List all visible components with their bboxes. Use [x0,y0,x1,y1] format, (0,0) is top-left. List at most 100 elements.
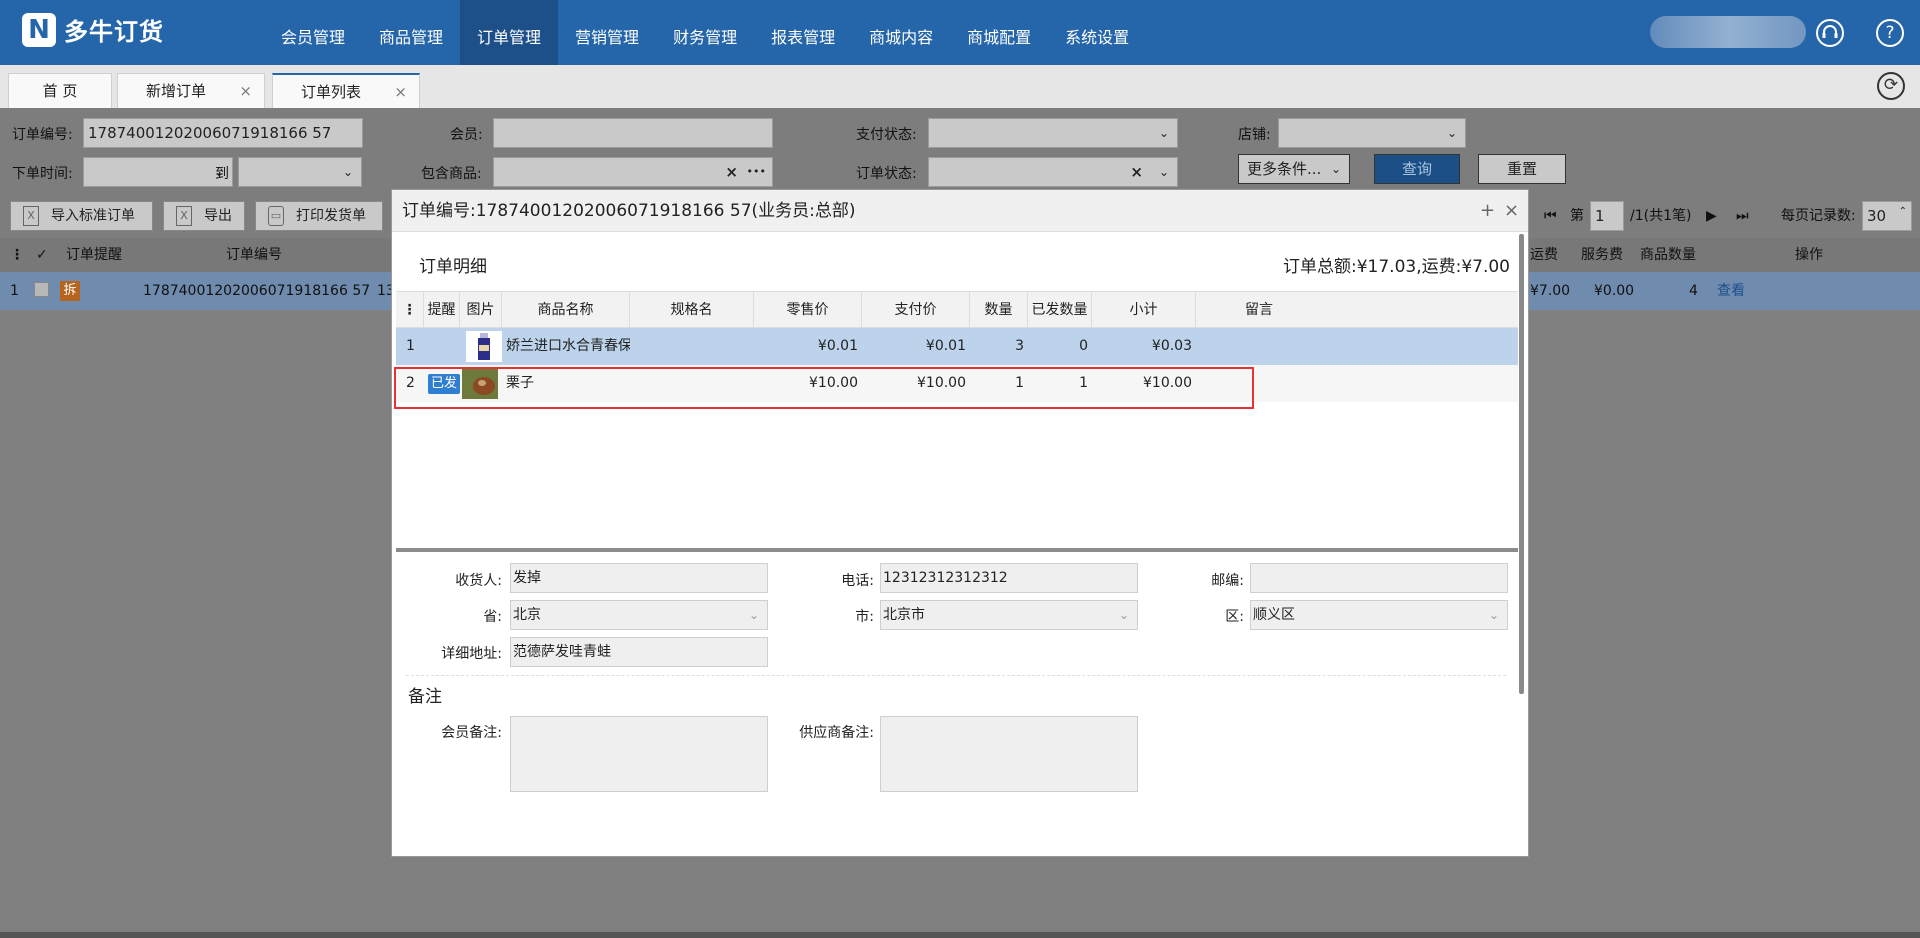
district-value: 顺义区 [1253,607,1295,623]
col-note[interactable]: 留言 [1196,292,1322,329]
address-field[interactable]: 范德萨发哇青蛙 [510,637,768,667]
row-order-no: 17874001202006071918166 57 [143,283,371,299]
close-icon[interactable]: × [1504,190,1519,232]
shipped-qty: 0 [1079,338,1088,354]
zip-field[interactable] [1250,563,1508,593]
order-detail-title: 订单明细 [419,257,487,277]
dialog-scrollbar[interactable] [1519,234,1524,694]
import-order-label: 导入标准订单 [51,208,135,224]
nav-item-system[interactable]: 系统设置 [1048,0,1146,65]
close-icon[interactable]: × [239,74,252,108]
supplier-note-field[interactable] [880,716,1138,792]
col-shipped-qty[interactable]: 已发数量 [1028,292,1092,329]
page-total: /1(共1笔) [1630,208,1692,224]
headset-icon[interactable] [1816,19,1844,47]
province-label: 省: [483,609,502,625]
subtotal: ¥0.03 [1151,338,1192,354]
help-icon[interactable]: ? [1876,19,1904,47]
column-menu-icon[interactable]: ⋮ [396,292,424,329]
pay-status-select[interactable]: ⌄ [928,118,1178,148]
col-pay-price[interactable]: 支付价 [862,292,970,329]
page-number-input[interactable]: 1 [1590,201,1624,231]
col-reminder[interactable]: 提醒 [424,292,460,329]
nav-item-mall-config[interactable]: 商城配置 [950,0,1048,65]
tab-label: 新增订单 [145,82,206,100]
product-thumbnail[interactable] [466,331,502,362]
table-row[interactable]: 1 娇兰进口水合青春保湿 ¥0.01 ¥0.01 3 0 ¥0.03 [396,328,1518,365]
order-time-label: 下单时间: [12,166,73,182]
district-select[interactable]: 顺义区 ⌄ [1250,600,1508,630]
nav-item-finance[interactable]: 财务管理 [656,0,754,65]
col-reminder[interactable]: 订单提醒 [66,238,122,272]
col-retail-price[interactable]: 零售价 [754,292,862,329]
col-shipping[interactable]: 运费 [1530,238,1558,272]
per-page-value: 30 [1867,207,1887,225]
chevron-down-icon: ⌄ [342,165,353,179]
export-button[interactable]: X 导出 [163,201,245,231]
col-order-no[interactable]: 订单编号 [226,238,282,272]
phone-label: 电话: [841,573,874,589]
brand-logo[interactable]: N 多牛订货 [22,12,164,47]
tab-label: 订单列表 [300,83,361,101]
refresh-icon[interactable]: ⟳ [1877,72,1905,100]
import-order-button[interactable]: X 导入标准订单 [10,201,153,231]
nav-item-marketing[interactable]: 营销管理 [558,0,656,65]
col-spec[interactable]: 规格名 [630,292,754,329]
shop-select[interactable]: ⌄ [1278,118,1466,148]
next-page-icon[interactable]: ▶ [1706,201,1717,231]
user-account-menu[interactable] [1650,16,1806,48]
nav-item-reports[interactable]: 报表管理 [754,0,852,65]
first-page-icon[interactable]: ⏮ [1544,201,1557,231]
member-input[interactable] [493,118,773,148]
more-conditions-button[interactable]: 更多条件... ⌄ [1238,154,1350,184]
nav-item-goods[interactable]: 商品管理 [362,0,460,65]
view-link[interactable]: 查看 [1717,274,1745,308]
excel-icon: X [23,206,39,226]
col-qty[interactable]: 数量 [970,292,1028,329]
order-no-input[interactable]: 17874001202006071918166 57 [83,118,363,148]
print-delivery-button[interactable]: ▭ 打印发货单 [255,201,383,231]
print-delivery-label: 打印发货单 [296,208,366,224]
reset-button[interactable]: 重置 [1478,154,1566,184]
panel-splitter[interactable] [396,548,1518,552]
per-page-input[interactable]: 30 ⌃⌄ [1862,201,1912,245]
row-checkbox[interactable] [34,282,49,297]
col-service[interactable]: 服务费 [1581,238,1623,272]
contains-goods-input[interactable]: × ••• [493,157,773,187]
col-qty[interactable]: 商品数量 [1640,238,1696,272]
order-status-select[interactable]: × ⌄ [928,157,1178,187]
more-conditions-label: 更多条件... [1247,160,1322,178]
tab-order-list[interactable]: 订单列表 × [272,73,420,108]
last-page-icon[interactable]: ⏭ [1736,201,1749,231]
tab-home[interactable]: 首 页 [8,73,112,108]
col-subtotal[interactable]: 小计 [1092,292,1196,329]
col-goods-name[interactable]: 商品名称 [502,292,630,329]
excel-icon: X [176,206,192,226]
more-dots-icon[interactable]: ••• [747,158,766,186]
column-menu-icon[interactable]: ⋮ [10,238,24,272]
nav-item-mall-content[interactable]: 商城内容 [852,0,950,65]
maximize-icon[interactable]: + [1480,190,1495,232]
supplier-note-label: 供应商备注: [799,725,874,741]
clear-icon[interactable]: × [725,158,738,186]
col-ops[interactable]: 操作 [1795,238,1823,272]
brand-name: 多牛订货 [64,18,164,46]
zip-label: 邮编: [1211,573,1244,589]
nav-item-orders[interactable]: 订单管理 [460,0,559,65]
nav-item-members[interactable]: 会员管理 [264,0,362,65]
tab-new-order[interactable]: 新增订单 × [117,73,265,108]
top-navbar: N 多牛订货 会员管理 商品管理 订单管理 营销管理 财务管理 报表管理 商城内… [0,0,1920,65]
order-time-start[interactable]: ⌄ [83,157,233,187]
col-image[interactable]: 图片 [460,292,502,329]
query-button[interactable]: 查询 [1374,154,1460,184]
row-index: 1 [406,338,415,354]
member-note-label: 会员备注: [441,725,502,741]
close-icon[interactable]: × [394,75,407,109]
order-detail-dialog: 订单编号:17874001202006071918166 57(业务员:总部) … [391,189,1529,857]
order-time-end[interactable]: ⌄ [238,157,362,187]
clear-icon[interactable]: × [1130,158,1143,186]
select-all-checkbox[interactable]: ✓ [36,238,48,272]
row-highlight-box [394,367,1254,409]
tab-label: 首 页 [42,82,78,100]
order-items-header: ⋮ 提醒 图片 商品名称 规格名 零售价 支付价 数量 已发数量 小计 留言 [396,291,1518,329]
